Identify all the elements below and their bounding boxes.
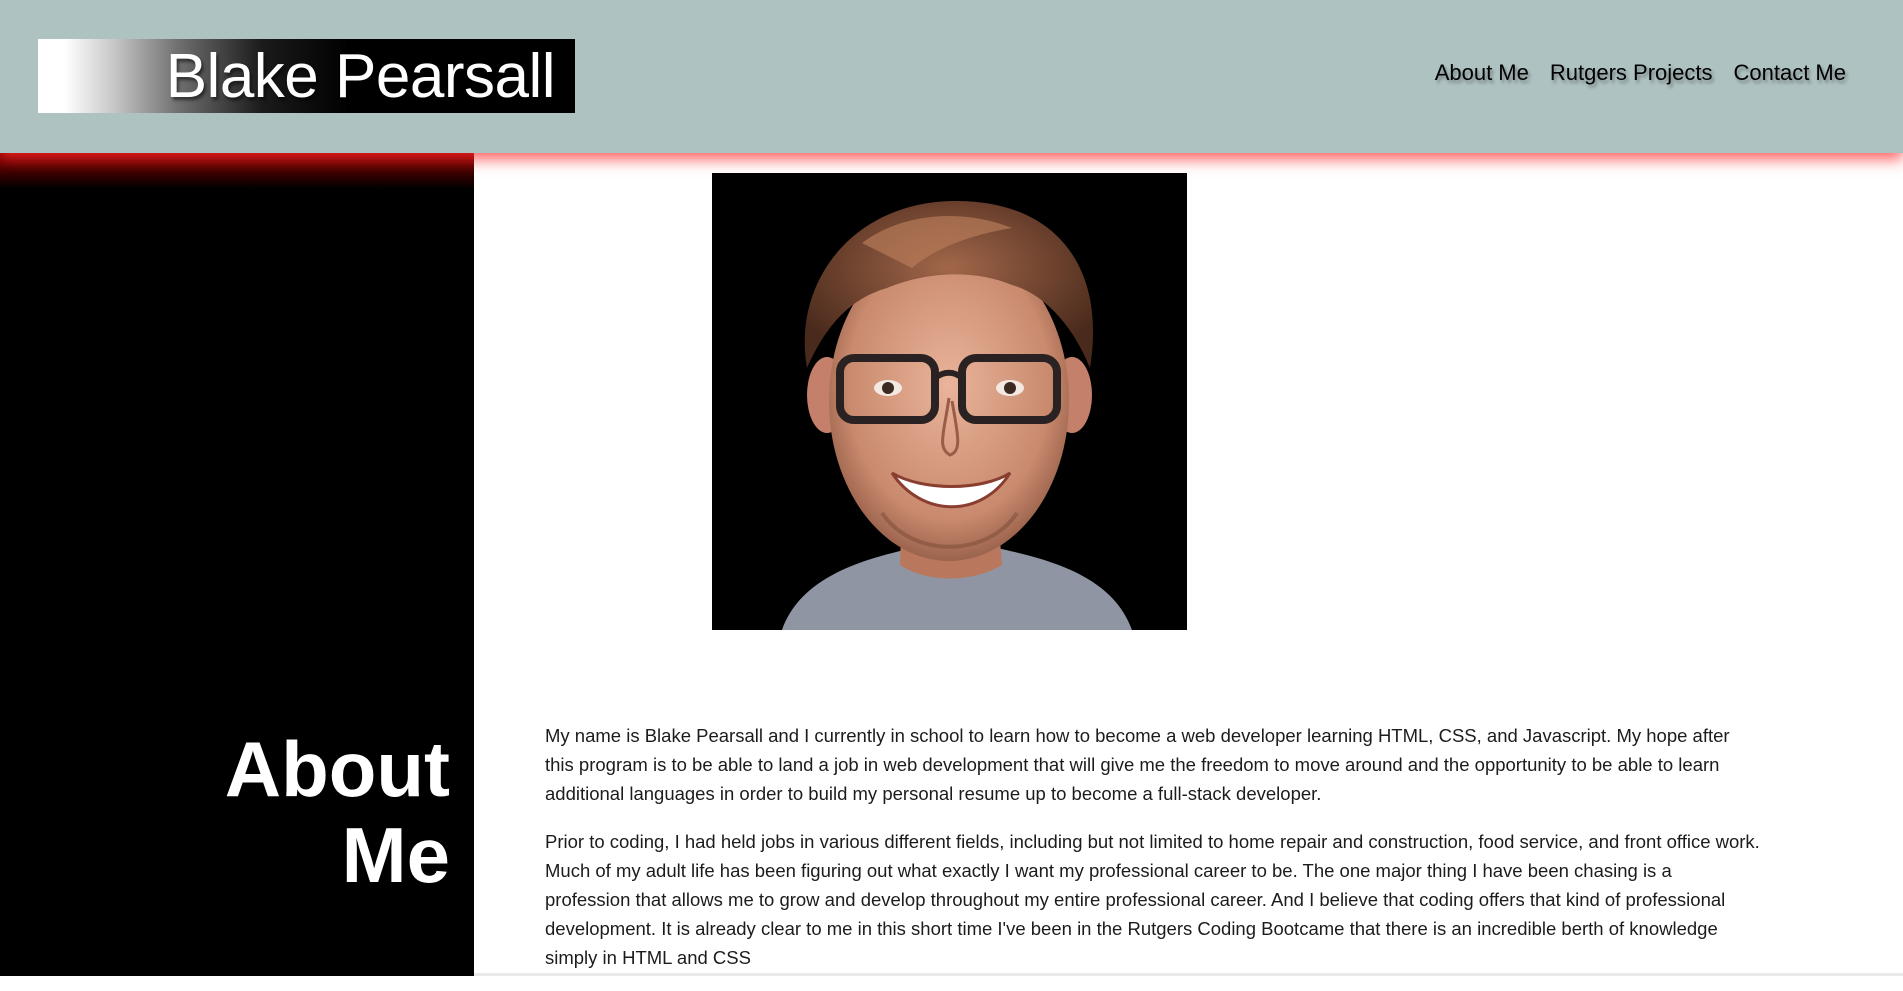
sidebar-glow — [0, 153, 474, 189]
site-header: Blake Pearsall About Me Rutgers Projects… — [0, 0, 1903, 153]
logo-text: Blake Pearsall — [165, 42, 556, 111]
bio-paragraph-2: Prior to coding, I had held jobs in vari… — [545, 831, 1760, 968]
section-title: About Me — [30, 726, 450, 898]
nav-about-me[interactable]: About Me — [1435, 60, 1529, 86]
profile-photo-illustration — [712, 173, 1187, 630]
bio-paragraph-1: My name is Blake Pearsall and I currentl… — [545, 725, 1730, 804]
section-title-line-1: About — [224, 725, 450, 813]
nav-contact-me[interactable]: Contact Me — [1734, 60, 1847, 86]
main-nav: About Me Rutgers Projects Contact Me — [1435, 60, 1846, 86]
site-logo[interactable]: Blake Pearsall — [38, 39, 575, 113]
sidebar: About Me — [0, 153, 474, 976]
about-bio: My name is Blake Pearsall and I currentl… — [545, 721, 1760, 991]
profile-photo — [712, 173, 1187, 630]
section-title-line-2: Me — [341, 811, 450, 899]
nav-rutgers-projects[interactable]: Rutgers Projects — [1550, 60, 1713, 86]
